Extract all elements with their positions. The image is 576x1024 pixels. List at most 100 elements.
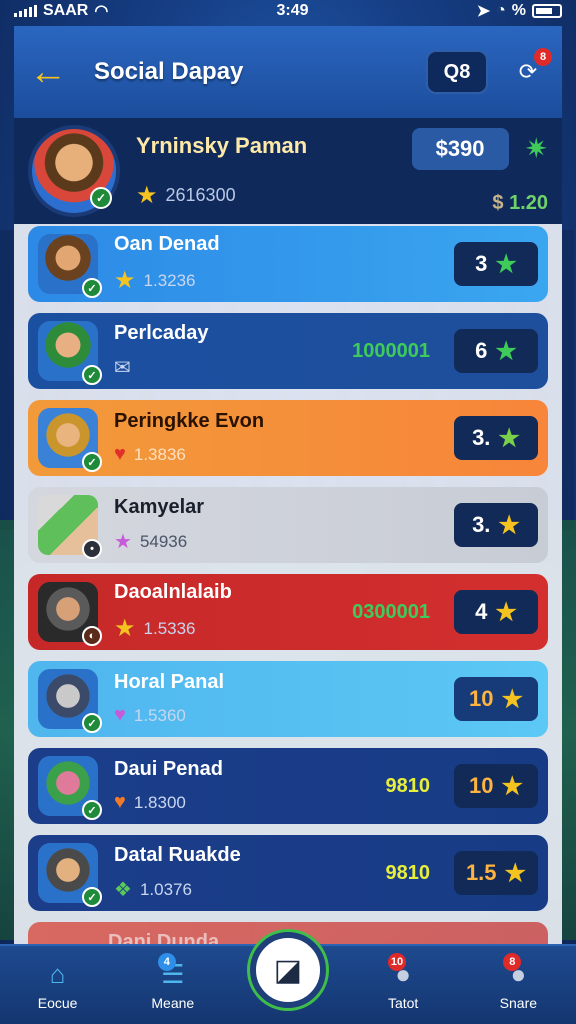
header-action-button[interactable]: Q8	[426, 50, 488, 94]
profile-avatar[interactable]: ✓	[28, 125, 120, 217]
balance-value: 1.20	[509, 191, 548, 214]
rank-value: 4	[475, 599, 488, 624]
row-sub-value: 1.8300	[133, 792, 186, 812]
star-icon: ★	[501, 772, 523, 800]
share-badge: 8	[534, 48, 552, 66]
list-item[interactable]: ✓ Daui Penad ♥ 1.8300 9810 10 ★	[28, 748, 548, 824]
star-icon: ★	[136, 181, 158, 209]
battery-percent: %	[511, 2, 526, 19]
row-text: Perlcaday ✉	[114, 322, 352, 380]
status-left: SAAR ◠	[14, 1, 108, 21]
share-button[interactable]: ⟳ 8	[506, 48, 552, 94]
nav-item-home[interactable]: ⌂ Eocue	[13, 958, 103, 1012]
avatar: ✓	[38, 408, 102, 472]
avatar: •	[38, 495, 102, 559]
rank-box: 6 ★	[454, 329, 538, 373]
row-text: Horal Panal ♥ 1.5360	[114, 671, 454, 727]
list-item[interactable]: ✓ Horal Panal ♥ 1.5360 10 ★	[28, 661, 548, 737]
rank-box: 4 ★	[454, 590, 538, 634]
avatar: ✓	[38, 756, 102, 820]
list-item[interactable]: • Kamyelar ★ 54936 3. ★	[28, 487, 548, 563]
status-bar: SAAR ◠ 3:49 ➤ ◔ %	[0, 0, 576, 22]
status-right: ➤ ◔ %	[477, 1, 562, 21]
nav-item-center[interactable]: ◪	[243, 932, 333, 1008]
row-sub: ★ 1.3236	[114, 266, 454, 295]
location-icon: ➤	[476, 3, 491, 20]
rank-box: 3 ★	[454, 242, 538, 286]
verified-icon: ✓	[82, 365, 102, 385]
money-value[interactable]: $390	[411, 127, 509, 170]
row-score: 0300001	[352, 600, 430, 623]
heart-icon: ♥	[114, 791, 126, 813]
row-name: Daui Penad	[114, 758, 223, 780]
nav-badge: 10	[387, 953, 407, 971]
star-icon: ★	[495, 250, 517, 278]
star-icon: ★	[114, 615, 136, 642]
row-sub-value: 1.0376	[139, 879, 192, 899]
row-sub-value: 1.5360	[133, 705, 186, 725]
rank-box: 10 ★	[454, 764, 538, 808]
profile-sub: ★ 2616300	[136, 181, 412, 210]
header: ← Social Dapay Q8 ⟳ 8	[14, 26, 562, 118]
verified-icon: ✓	[82, 887, 102, 907]
star-burst-icon: ✷	[524, 133, 548, 164]
back-arrow-icon[interactable]: ←	[26, 50, 70, 94]
leaderboard-list[interactable]: ✓ Oan Denad ★ 1.3236 3 ★ ✓ Perlcaday ✉ 1…	[14, 224, 562, 944]
row-text: Oan Denad ★ 1.3236	[114, 233, 454, 295]
nav-item-messages[interactable]: ☰ 4 Meane	[128, 953, 218, 1011]
row-sub-value: 1.5336	[143, 618, 196, 638]
star-icon: ★	[498, 424, 520, 452]
row-text: Peringkke Evon ♥ 1.3836	[114, 410, 454, 466]
list-item[interactable]: ✓ Datal Ruakde ❖ 1.0376 9810 1.5 ★	[28, 835, 548, 911]
row-name: Peringkke Evon	[114, 410, 265, 432]
badge-icon: •	[82, 539, 102, 559]
home-icon: ⌂	[49, 958, 66, 989]
share-icon: ⟳	[518, 59, 538, 84]
star-icon: ★	[495, 598, 517, 626]
avatar: ✓	[38, 321, 102, 385]
row-sub-value: 54936	[139, 531, 188, 551]
balance-currency: $	[492, 191, 504, 214]
chat-icon: ● 10	[386, 953, 420, 989]
carrier-label: SAAR	[43, 2, 89, 19]
star-icon: ★	[114, 267, 136, 294]
rank-value: 10	[469, 773, 494, 798]
profile-info: Yrninsky Paman ★ 2616300	[136, 133, 412, 210]
user-icon: ● 8	[501, 953, 535, 989]
nav-badge: 8	[503, 953, 522, 971]
nav-item-stats[interactable]: ● 10 Tatot	[358, 953, 448, 1011]
nav-item-share[interactable]: ● 8 Snare	[473, 953, 563, 1011]
heart-icon: ♥	[114, 443, 126, 465]
verified-icon: ✓	[82, 713, 102, 733]
row-sub-value: 1.3836	[133, 444, 186, 464]
rank-box: 3. ★	[454, 416, 538, 460]
row-sub: ✉	[114, 355, 352, 380]
profile-card: ✓ Yrninsky Paman ★ 2616300 $390 ✷ $ 1.20	[14, 118, 562, 224]
verified-icon: ✓	[82, 452, 102, 472]
star-icon: ★	[504, 859, 527, 887]
list-item[interactable]: ◐ Daoalnlalaib ★ 1.5336 0300001 4 ★	[28, 574, 548, 650]
nav-label: Eocue	[37, 995, 78, 1011]
rank-box: 10 ★	[454, 677, 538, 721]
compass-icon[interactable]: ◪	[249, 932, 326, 1008]
row-sub-value: 1.3236	[143, 270, 196, 290]
list-item[interactable]: ✓ Perlcaday ✉ 1000001 6 ★	[28, 313, 548, 389]
alarm-icon: ◔	[496, 2, 506, 19]
list-item[interactable]: ✓ Peringkke Evon ♥ 1.3836 3. ★	[28, 400, 548, 476]
verified-icon: ✓	[82, 278, 102, 298]
rank-value: 6	[475, 338, 488, 363]
row-name: Datal Ruakde	[114, 844, 241, 866]
row-name: Kamyelar	[114, 496, 205, 518]
row-name: Oan Denad	[114, 233, 220, 255]
row-name: Horal Panal	[114, 671, 225, 693]
page-title: Social Dapay	[94, 58, 244, 85]
rank-value: 3.	[472, 512, 491, 537]
list-item[interactable]: ✓ Oan Denad ★ 1.3236 3 ★	[28, 226, 548, 302]
row-sub: ♥ 1.3836	[114, 443, 454, 466]
row-score: 9810	[385, 861, 431, 884]
row-text: Kamyelar ★ 54936	[114, 496, 454, 554]
money-pill: $390 ✷	[411, 127, 548, 170]
row-sub: ★ 54936	[114, 529, 454, 554]
balance: $ 1.20	[492, 192, 548, 215]
avatar: ✓	[38, 669, 102, 733]
